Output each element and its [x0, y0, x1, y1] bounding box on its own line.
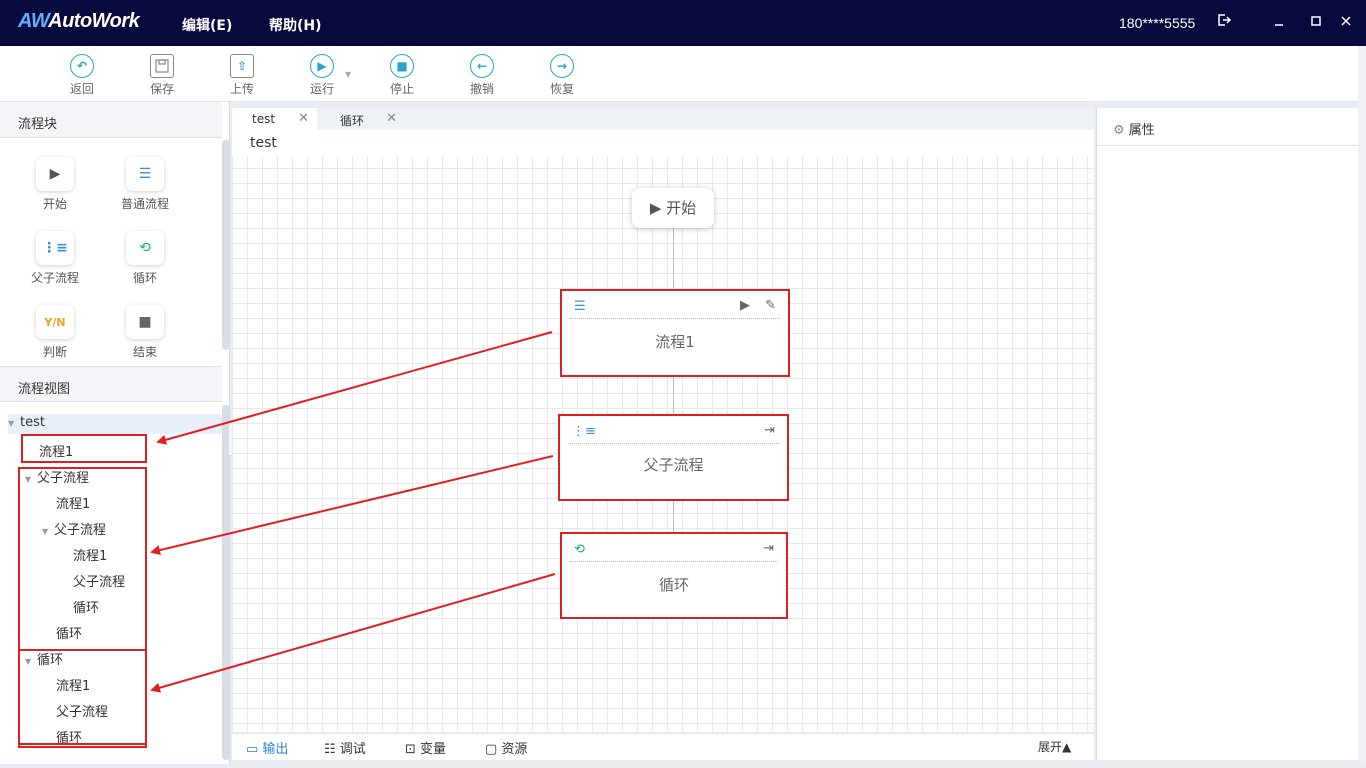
- upload-icon: ⇧: [230, 54, 254, 78]
- back-button[interactable]: ↶ 返回: [57, 54, 107, 97]
- flow-view-title: 流程视图: [0, 366, 222, 402]
- bottom-panel-bar: ▭ 输出 ☷ 调试 ⊡ 变量 ▢ 资源 展开▲: [232, 733, 1094, 760]
- folder-icon: ▢: [485, 742, 502, 757]
- undo-button[interactable]: ← 撤销: [457, 54, 507, 97]
- block-end[interactable]: ■ 结束: [100, 305, 190, 360]
- tree-node-root[interactable]: ▼ test: [8, 415, 45, 430]
- run-icon: ▶: [310, 54, 334, 78]
- canvas-title-strip: [232, 130, 1094, 156]
- enter-subflow-icon[interactable]: ⇥: [763, 541, 774, 556]
- monitor-icon: ▭: [246, 742, 263, 757]
- maximize-icon[interactable]: [1306, 13, 1326, 33]
- properties-panel: ⚙ 属性: [1096, 108, 1359, 760]
- list-flow-icon: ☰: [126, 157, 164, 191]
- start-node[interactable]: ▶ 开始: [632, 188, 714, 228]
- stop-icon: ■: [390, 54, 414, 78]
- run-dropdown-icon[interactable]: ▼: [345, 70, 351, 79]
- stop-button[interactable]: ■ 停止: [377, 54, 427, 97]
- run-button[interactable]: ▶ 运行: [297, 54, 347, 97]
- left-panel: 流程块 ▶ 开始 ☰ 普通流程 ⋮≡ 父子流程 ⟲ 循环 Y/N 判断 ■ 结束…: [0, 102, 230, 764]
- annotation-box: [21, 434, 147, 463]
- node-label: 父子流程: [643, 456, 704, 474]
- save-icon: [150, 54, 174, 78]
- tab-loop[interactable]: 循环 ✕: [320, 108, 405, 130]
- save-button[interactable]: 保存: [137, 54, 187, 97]
- blocks-panel-title: 流程块: [0, 102, 222, 138]
- redo-icon: →: [550, 54, 574, 78]
- user-account[interactable]: 180****5555: [1119, 15, 1195, 31]
- annotation-box: [18, 649, 147, 748]
- editor-tabs: test ✕ 循环 ✕: [232, 108, 1094, 130]
- tab-test[interactable]: test ✕: [232, 108, 317, 130]
- tree-flow-icon: ⋮≡: [572, 424, 596, 439]
- tab-debug[interactable]: ☷ 调试: [324, 738, 366, 757]
- close-icon[interactable]: [1336, 13, 1356, 33]
- tab-resources[interactable]: ▢ 资源: [485, 738, 527, 757]
- close-tab-icon[interactable]: ✕: [386, 111, 397, 126]
- gear-icon: ⚙: [1113, 123, 1129, 138]
- connector-line: [673, 500, 674, 532]
- loop-icon: ⟲: [126, 231, 164, 265]
- loop-icon: ⟲: [574, 542, 585, 557]
- block-decision[interactable]: Y/N 判断: [10, 305, 100, 360]
- play-icon: ▶: [649, 199, 667, 217]
- block-normal-flow[interactable]: ☰ 普通流程: [100, 157, 190, 212]
- redo-button[interactable]: → 恢复: [537, 54, 587, 97]
- minimize-icon[interactable]: [1269, 13, 1289, 33]
- connector-line: [673, 228, 674, 288]
- flow-node[interactable]: ☰ ▶ ✎ 流程1: [560, 289, 790, 377]
- app-logo: AWAutoWork: [18, 10, 140, 32]
- properties-title: ⚙ 属性: [1097, 108, 1359, 146]
- upload-button[interactable]: ⇧ 上传: [217, 54, 267, 97]
- node-header: ⟲ ⇥: [570, 538, 778, 562]
- blocks-scrollbar[interactable]: [222, 140, 230, 350]
- toolbar: ↶ 返回 保存 ⇧ 上传 ▶ 运行 ▼ ■ 停止 ← 撤销 → 恢复: [0, 46, 1362, 102]
- expand-button[interactable]: 展开▲: [1038, 738, 1071, 755]
- run-node-icon[interactable]: ▶: [740, 298, 750, 313]
- block-loop[interactable]: ⟲ 循环: [100, 231, 190, 286]
- node-header: ☰ ▶ ✎: [570, 295, 780, 319]
- list-flow-icon: ☰: [574, 299, 586, 314]
- block-start[interactable]: ▶ 开始: [10, 157, 100, 212]
- tab-variables[interactable]: ⊡ 变量: [405, 738, 446, 757]
- tree-scrollbar[interactable]: [222, 405, 230, 760]
- node-label: 循环: [658, 576, 689, 594]
- edit-icon[interactable]: ✎: [765, 298, 776, 313]
- flow-canvas[interactable]: test ▶ 开始 ☰ ▶ ✎ 流程1 ⋮≡ ⇥ 父子流程 ⟲ ⇥ 循环: [232, 130, 1094, 732]
- exit-icon[interactable]: [1214, 13, 1234, 33]
- flow-node[interactable]: ⟲ ⇥ 循环: [560, 532, 788, 619]
- node-label: 流程1: [655, 333, 695, 351]
- tree-flow-icon: ⋮≡: [36, 231, 74, 265]
- yes-no-icon: Y/N: [36, 305, 74, 339]
- sliders-icon: ☷: [324, 742, 340, 757]
- block-parent-child-flow[interactable]: ⋮≡ 父子流程: [10, 231, 100, 286]
- back-icon: ↶: [70, 54, 94, 78]
- undo-icon: ←: [470, 54, 494, 78]
- menu-help[interactable]: 帮助(H): [269, 15, 322, 35]
- variable-icon: ⊡: [405, 742, 421, 757]
- title-bar: AWAutoWork 编辑(E) 帮助(H) 180****5555: [0, 0, 1366, 46]
- play-icon: ▶: [36, 157, 74, 191]
- canvas-title: test: [250, 135, 283, 151]
- flow-node[interactable]: ⋮≡ ⇥ 父子流程: [558, 414, 789, 501]
- enter-subflow-icon[interactable]: ⇥: [764, 423, 775, 438]
- menu-edit[interactable]: 编辑(E): [182, 15, 232, 35]
- window-scrollbar[interactable]: [1358, 46, 1366, 764]
- tab-output[interactable]: ▭ 输出: [246, 738, 288, 757]
- connector-line: [673, 376, 674, 414]
- node-header: ⋮≡ ⇥: [568, 420, 779, 444]
- close-tab-icon[interactable]: ✕: [298, 111, 309, 126]
- stop-square-icon: ■: [126, 305, 164, 339]
